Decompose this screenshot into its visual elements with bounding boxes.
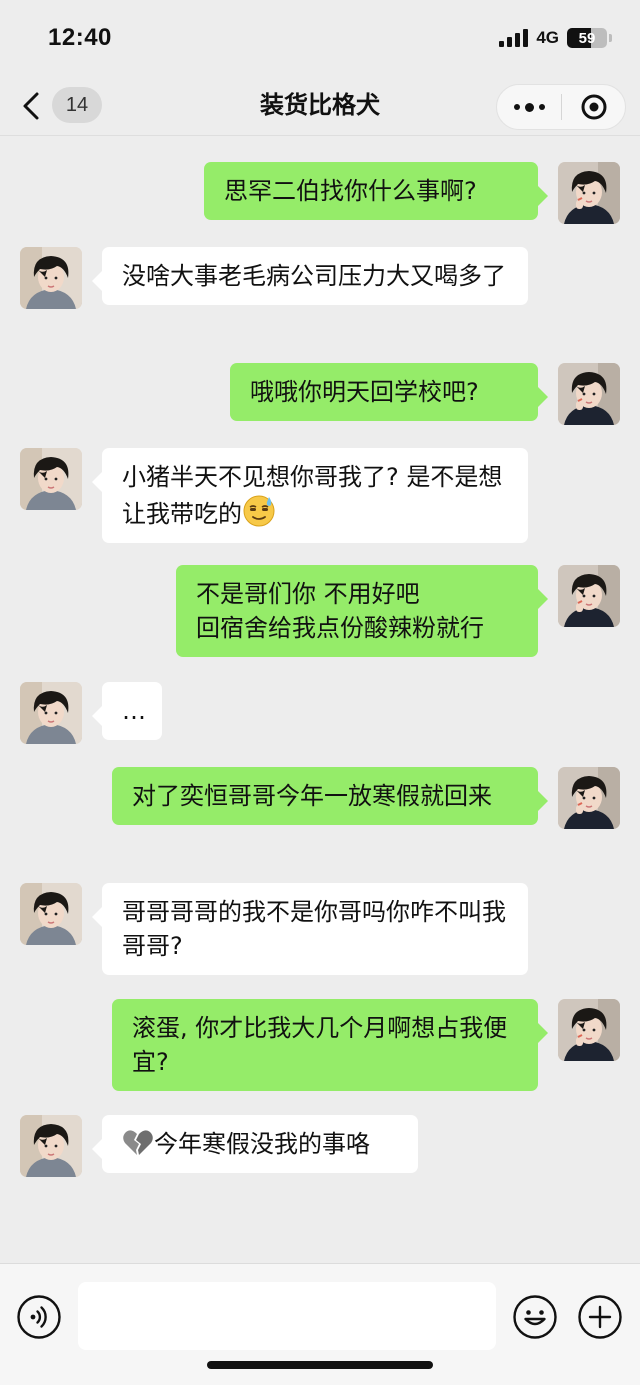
message-bubble[interactable]: 哦哦你明天回学校吧? <box>230 363 548 421</box>
message-text: 哦哦你明天回学校吧? <box>250 378 479 406</box>
message-bubble[interactable]: 思罕二伯找你什么事啊? <box>204 162 548 220</box>
my-avatar[interactable] <box>558 565 620 627</box>
contact-avatar[interactable] <box>20 448 82 510</box>
voice-button[interactable] <box>16 1294 62 1340</box>
message-bubble[interactable]: 小猪半天不见想你哥我了? 是不是想让我带吃的 <box>92 448 528 543</box>
message-text: 对了奕恒哥哥今年一放寒假就回来 <box>132 782 492 810</box>
contact-avatar[interactable] <box>20 1115 82 1177</box>
home-indicator[interactable] <box>207 1361 433 1369</box>
message-text: 思罕二伯找你什么事啊? <box>224 177 477 205</box>
status-indicators: 4G 59 <box>499 28 612 48</box>
voice-icon <box>17 1295 61 1339</box>
more-functions-button[interactable] <box>577 1294 623 1340</box>
person-photo-icon <box>558 565 620 627</box>
message-input[interactable] <box>78 1282 496 1350</box>
plus-icon <box>578 1295 622 1339</box>
chevron-left-icon <box>23 92 39 120</box>
target-close-icon <box>581 94 606 120</box>
person-photo-icon <box>20 448 82 510</box>
emoji-face-icon <box>513 1295 557 1339</box>
emoji-button[interactable] <box>512 1294 558 1340</box>
my-avatar[interactable] <box>558 767 620 829</box>
message-bubble[interactable]: 滚蛋, 你才比我大几个月啊想占我便宜? <box>112 999 548 1091</box>
person-photo-icon <box>558 767 620 829</box>
person-photo-icon <box>20 1115 82 1177</box>
more-dot-center <box>524 102 534 112</box>
person-photo-icon <box>20 883 82 945</box>
message-bubble[interactable]: 不是哥们你 不用好吧回宿舍给我点份酸辣粉就行 <box>176 565 548 657</box>
more-button[interactable] <box>497 85 561 129</box>
sweat-smile-emoji <box>243 495 275 527</box>
unread-count-badge[interactable]: 14 <box>52 87 102 123</box>
network-type: 4G <box>536 28 559 47</box>
battery-icon: 59 <box>567 28 607 48</box>
message-bubble[interactable]: … <box>92 682 162 740</box>
chat-header: 14 装货比格犬 <box>0 76 640 136</box>
message-bubble[interactable]: 哥哥哥哥的我不是你哥吗你咋不叫我哥哥? <box>92 883 528 975</box>
person-photo-icon <box>558 999 620 1061</box>
message-text: … <box>122 697 146 725</box>
my-avatar[interactable] <box>558 162 620 224</box>
battery-percent: 59 <box>578 29 596 47</box>
message-bubble[interactable]: 今年寒假没我的事咯 <box>92 1115 418 1173</box>
status-time: 12:40 <box>48 24 112 51</box>
message-bubble[interactable]: 对了奕恒哥哥今年一放寒假就回来 <box>112 767 548 825</box>
my-avatar[interactable] <box>558 999 620 1061</box>
close-button[interactable] <box>562 85 625 129</box>
message-text: 今年寒假没我的事咯 <box>154 1130 370 1158</box>
person-photo-icon <box>558 363 620 425</box>
mini-program-capsule <box>496 84 626 130</box>
more-dots-icon <box>513 104 520 110</box>
message-text: 不是哥们你 不用好吧 <box>196 580 420 608</box>
broken-heart-emoji <box>123 1130 153 1155</box>
more-dot-right <box>538 104 545 110</box>
contact-avatar[interactable] <box>20 247 82 309</box>
back-button[interactable] <box>18 90 48 122</box>
message-text: 哥哥哥哥的我不是你哥吗你咋不叫我哥哥? <box>122 898 506 960</box>
message-text: 小猪半天不见想你哥我了? 是不是想让我带吃的 <box>122 463 503 528</box>
message-text: 滚蛋, 你才比我大几个月啊想占我便宜? <box>132 1014 508 1076</box>
person-photo-icon <box>20 247 82 309</box>
signal-icon <box>499 29 529 47</box>
contact-avatar[interactable] <box>20 883 82 945</box>
message-list[interactable]: 思罕二伯找你什么事啊? 没啥大事老毛病公司压力大又喝多了 哦哦你明天回学校吧? … <box>0 137 640 1262</box>
status-bar: 12:40 4G 59 <box>0 0 640 76</box>
person-photo-icon <box>558 162 620 224</box>
message-bubble[interactable]: 没啥大事老毛病公司压力大又喝多了 <box>92 247 528 305</box>
my-avatar[interactable] <box>558 363 620 425</box>
person-photo-icon <box>20 682 82 744</box>
battery-nub <box>609 34 612 42</box>
contact-avatar[interactable] <box>20 682 82 744</box>
message-text: 回宿舍给我点份酸辣粉就行 <box>196 614 484 642</box>
message-text: 没啥大事老毛病公司压力大又喝多了 <box>122 262 506 290</box>
